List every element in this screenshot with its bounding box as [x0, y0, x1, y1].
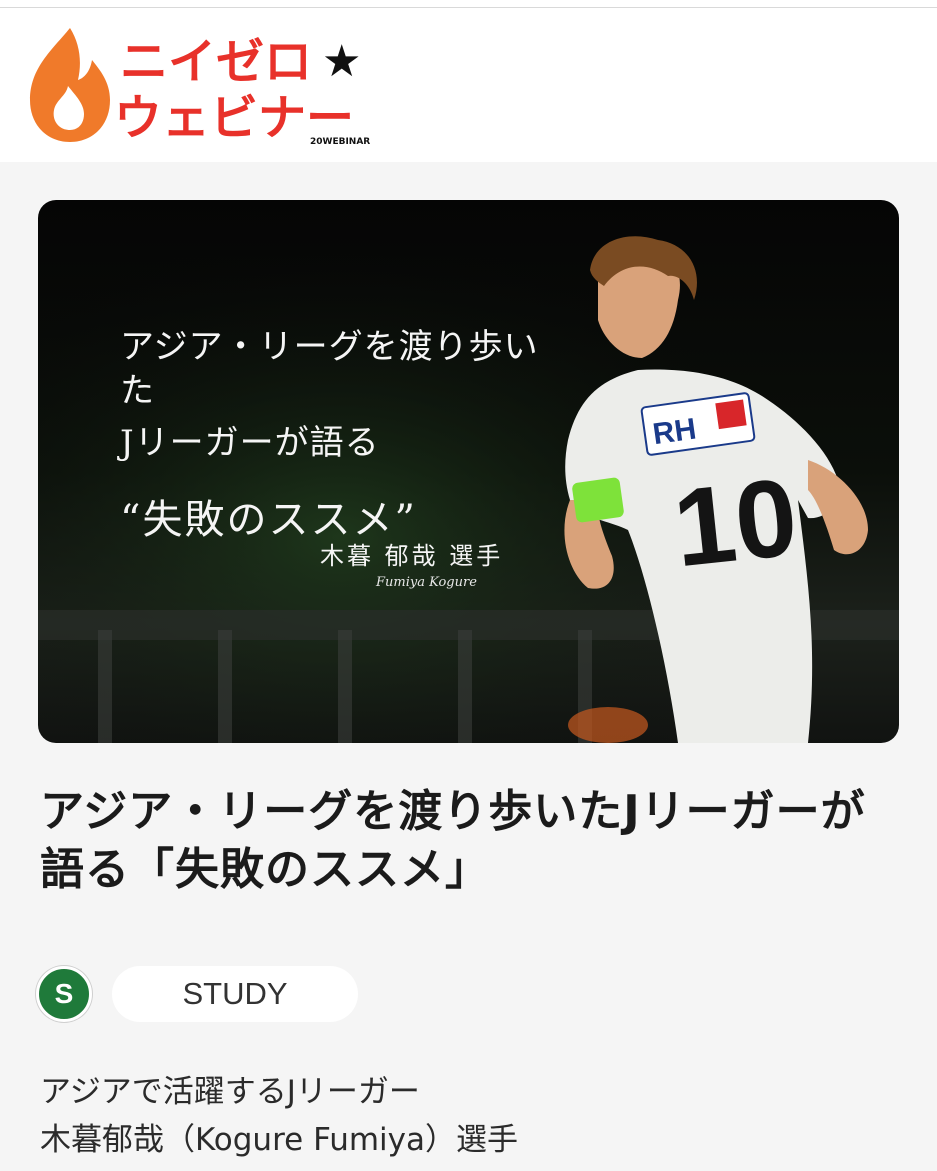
svg-text:ニイゼロ: ニイゼロ [120, 34, 312, 90]
svg-text:RH: RH [651, 412, 699, 451]
hero-signature: Fumiya Kogure [376, 575, 477, 590]
article-title[interactable]: アジア・リーグを渡り歩いたJリーガーが語る「失敗のススメ」 [40, 783, 900, 899]
site-header: ニイゼロ ★ ウェビナー 20WEBINAR [0, 8, 937, 162]
desc-line-1: アジアで活躍するJリーガー [40, 1074, 420, 1110]
logo-graphic: ニイゼロ ★ ウェビナー 20WEBINAR [30, 28, 370, 147]
author-avatar[interactable]: S [36, 966, 92, 1022]
hero-player-name: 木暮 郁哉 選手 [320, 542, 504, 570]
hero-banner[interactable]: RH 10 アジア・リーグを渡り歩いた Jリーガーが語る “失敗のススメ” 木暮… [38, 200, 899, 743]
hero-line-2: Jリーガーが語る [120, 423, 380, 463]
category-tag[interactable]: STUDY [112, 966, 358, 1022]
desc-line-2: 木暮郁哉（Kogure Fumiya）選手 [40, 1122, 519, 1158]
site-logo[interactable]: ニイゼロ ★ ウェビナー 20WEBINAR [22, 20, 382, 150]
article-description: アジアで活躍するJリーガー 木暮郁哉（Kogure Fumiya）選手 [40, 1068, 900, 1164]
hero-headline: アジア・リーグを渡り歩いた Jリーガーが語る “失敗のススメ” [120, 325, 540, 545]
svg-text:★: ★ [322, 36, 361, 87]
hero-line-1: アジア・リーグを渡り歩いた [120, 327, 539, 411]
article-meta: S STUDY [36, 966, 358, 1022]
svg-text:10: 10 [668, 455, 803, 590]
svg-text:20WEBINAR: 20WEBINAR [310, 137, 370, 147]
top-edge [0, 0, 937, 8]
